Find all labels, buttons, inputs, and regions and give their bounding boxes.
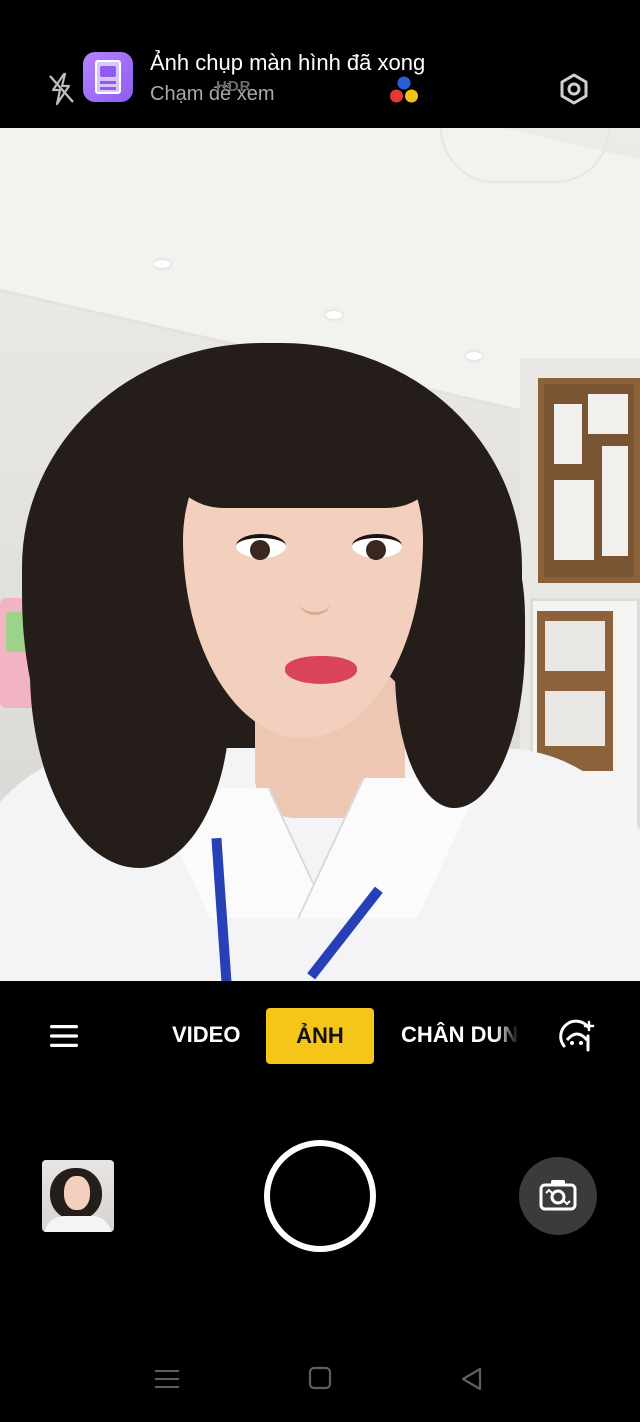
flip-camera-icon [539, 1180, 577, 1211]
settings-icon[interactable] [557, 72, 591, 106]
recents-icon[interactable] [154, 1366, 180, 1392]
wooden-shelf [538, 378, 640, 583]
screenshot-app-icon[interactable] [83, 52, 133, 102]
notification-subtitle[interactable]: Chạm để xem [150, 83, 275, 106]
color-dots-icon[interactable] [389, 76, 419, 104]
flash-off-icon[interactable] [46, 72, 76, 106]
notification-bar[interactable]: Ảnh chụp màn hình đã xong Chạm để xem HD… [0, 0, 640, 128]
mode-portrait[interactable]: CHÂN DUNG [401, 1022, 519, 1048]
mode-video[interactable]: VIDEO [172, 1022, 240, 1048]
home-icon[interactable] [308, 1366, 332, 1390]
notification-title[interactable]: Ảnh chụp màn hình đã xong [150, 50, 425, 76]
left-eye [236, 534, 286, 560]
last-photo-thumbnail[interactable] [42, 1160, 114, 1232]
hamburger-menu-icon[interactable] [48, 1022, 80, 1050]
nose [300, 593, 330, 615]
mode-photo[interactable]: ẢNH [266, 1008, 374, 1064]
ceiling-light [154, 260, 170, 268]
lips [285, 656, 357, 684]
shutter-button[interactable] [264, 1140, 376, 1252]
camera-viewfinder[interactable] [0, 128, 640, 981]
beauty-face-icon[interactable] [558, 1018, 596, 1056]
ceiling-light [326, 311, 342, 319]
hdr-indicator: HDR [216, 78, 252, 95]
ceiling-light [466, 352, 482, 360]
right-eye [352, 534, 402, 560]
back-icon[interactable] [458, 1366, 484, 1392]
flip-camera-button[interactable] [519, 1157, 597, 1235]
